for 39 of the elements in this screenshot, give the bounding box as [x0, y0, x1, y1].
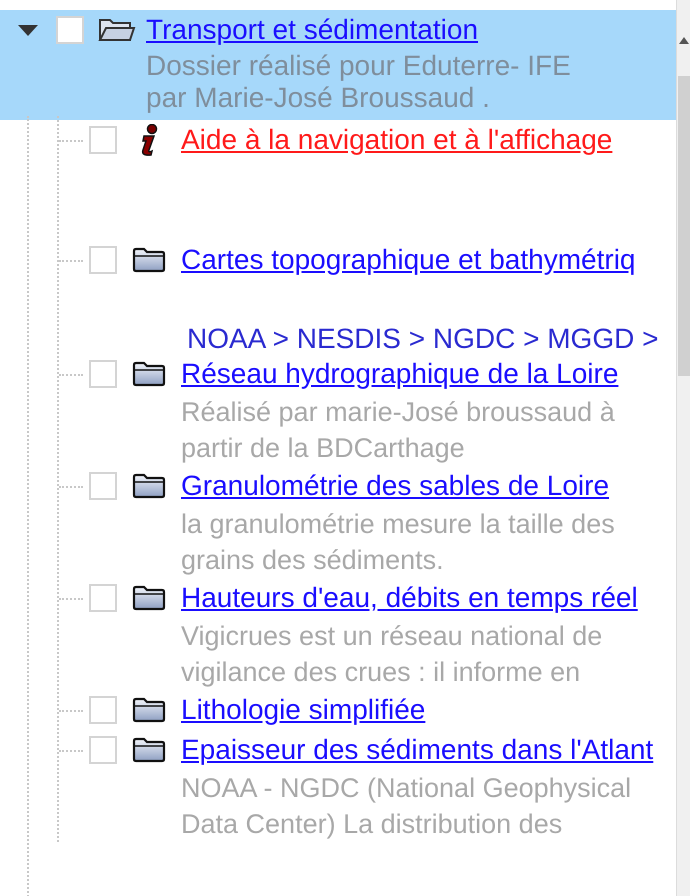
layer-link[interactable]: Hauteurs d'eau, débits en temps réel	[181, 577, 638, 619]
folder-icon	[132, 247, 166, 273]
folder-icon	[132, 361, 166, 387]
scrollbar-thumb[interactable]	[678, 76, 690, 376]
layer-link[interactable]: Aide à la navigation et à l'affichage	[181, 119, 612, 161]
scroll-up-icon[interactable]	[678, 36, 688, 44]
folder-icon	[132, 697, 166, 723]
folder-description: par Marie-José Broussaud .	[146, 82, 491, 114]
folder-icon	[132, 473, 166, 499]
layer-description: Data Center) La distribution des	[181, 808, 564, 841]
checkbox[interactable]	[89, 126, 117, 154]
open-folder-icon	[96, 16, 136, 44]
layer-description: NOAA - NGDC (National Geophysical	[181, 772, 632, 805]
checkbox[interactable]	[89, 736, 117, 764]
folder-icon	[132, 585, 166, 611]
checkbox[interactable]	[89, 472, 117, 500]
layer-link[interactable]: Lithologie simplifiée	[181, 689, 426, 731]
layer-description: grains des sédiments.	[181, 544, 445, 577]
layer-description: Vigicrues est un réseau national de	[181, 620, 604, 653]
checkbox[interactable]	[56, 16, 84, 44]
folder-description: Dossier réalisé pour Eduterre- IFE	[146, 50, 571, 82]
layer-link[interactable]: Cartes topographique et bathymétriq	[181, 239, 636, 281]
caret-icon	[18, 23, 38, 37]
tree-row-selected[interactable]: Transport et sédimentation Dossier réalisé pour Eduterre- IFE par Marie-José Broussaud .	[0, 10, 676, 120]
layer-link[interactable]: Granulométrie des sables de Loire	[181, 465, 610, 507]
breadcrumb: NOAA > NESDIS > NGDC > MGGD >	[186, 324, 660, 354]
layer-description: partir de la BDCarthage	[181, 432, 466, 465]
checkbox[interactable]	[89, 246, 117, 274]
layer-link[interactable]: Réseau hydrographique de la Loire	[181, 353, 618, 395]
checkbox[interactable]	[89, 696, 117, 724]
checkbox[interactable]	[89, 584, 117, 612]
layer-link[interactable]: Epaisseur des sédiments dans l'Atlant	[181, 729, 654, 771]
layer-description: la granulométrie mesure la taille des	[181, 508, 616, 541]
layer-description: vigilance des crues : il informe en	[181, 656, 582, 689]
layer-description: Réalisé par marie-José broussaud à	[181, 396, 616, 429]
scrollbar[interactable]	[676, 0, 690, 896]
folder-link[interactable]: Transport et sédimentation	[146, 10, 571, 50]
checkbox[interactable]	[89, 360, 117, 388]
folder-icon	[132, 737, 166, 763]
